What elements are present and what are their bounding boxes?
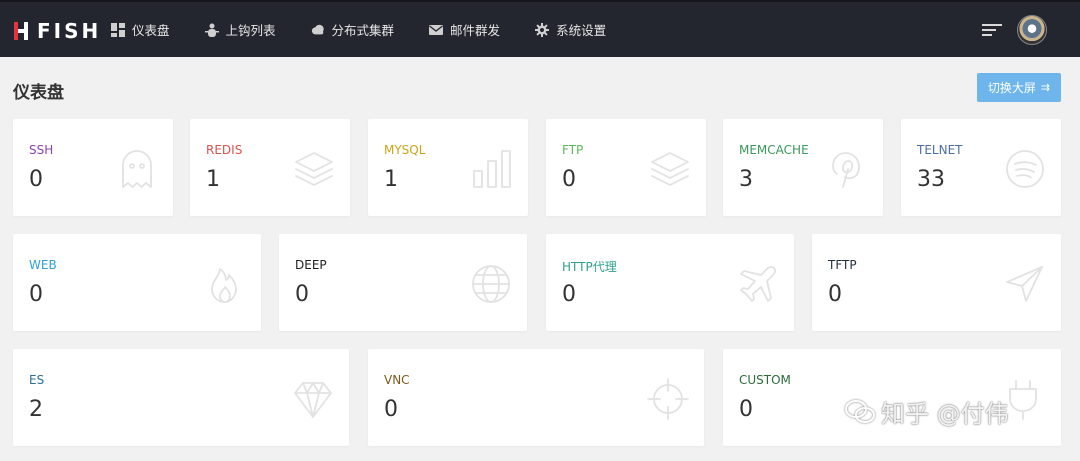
page-title: 仪表盘 [13, 83, 64, 103]
card-label: VNC [384, 373, 410, 387]
card-value: 0 [295, 282, 309, 307]
card-value: 33 [917, 167, 945, 192]
card-value: 0 [562, 282, 576, 307]
ghost-icon [115, 147, 159, 191]
card-label: TELNET [917, 143, 963, 157]
layers-icon [648, 147, 692, 191]
exit-icon: ⇉ [1040, 81, 1051, 94]
nav-label: 仪表盘 [132, 23, 170, 38]
card-value: 1 [206, 167, 220, 192]
card-label: MYSQL [384, 143, 426, 157]
cloud-icon [310, 22, 326, 38]
card-value: 0 [739, 397, 753, 422]
stat-card-memcache[interactable]: MEMCACHE 3 [723, 119, 883, 216]
switch-button-label: 切换大屏 [987, 81, 1036, 95]
card-label: HTTP代理 [562, 260, 617, 274]
stat-card-telnet[interactable]: TELNET 33 [901, 119, 1061, 216]
nav-item-mail[interactable]: 邮件群发 [418, 2, 510, 57]
stat-card-ftp[interactable]: FTP 0 [546, 119, 706, 216]
logo-text: FISH [37, 19, 102, 43]
watermark: 知乎 @付伟 [845, 394, 1009, 429]
globe-icon [469, 262, 513, 306]
stat-card-ssh[interactable]: SSH 0 [13, 119, 173, 216]
logo-mark [14, 22, 36, 40]
stat-card-web[interactable]: WEB 0 [13, 234, 261, 331]
nav-label: 邮件群发 [450, 23, 501, 38]
stat-card-es[interactable]: ES 2 [13, 349, 349, 446]
top-navbar: FISH 仪表盘 上钩列表 分布式集群 邮件群发 系统设置 [0, 0, 1080, 57]
card-label: SSH [29, 143, 54, 157]
stat-card-vnc[interactable]: VNC 0 [368, 349, 704, 446]
stat-card-redis[interactable]: REDIS 1 [190, 119, 350, 216]
spotify-icon [1003, 147, 1047, 191]
dashboard-icon [110, 22, 126, 38]
nav-label: 系统设置 [556, 23, 607, 38]
nav-item-settings[interactable]: 系统设置 [524, 2, 616, 57]
card-label: MEMCACHE [739, 143, 809, 157]
card-value: 0 [562, 167, 576, 192]
nav-label: 上钩列表 [225, 23, 276, 38]
plane-icon [736, 262, 780, 306]
nav-item-hooked-list[interactable]: 上钩列表 [194, 2, 286, 57]
card-value: 0 [29, 167, 43, 192]
switch-fullscreen-button[interactable]: 切换大屏 ⇉ [977, 73, 1061, 102]
card-label: ES [29, 373, 45, 387]
user-avatar[interactable] [1017, 15, 1047, 45]
layers-icon [292, 147, 336, 191]
diamond-icon [291, 377, 335, 421]
card-value: 0 [29, 282, 43, 307]
stat-card-tftp[interactable]: TFTP 0 [812, 234, 1061, 331]
mail-icon [428, 22, 444, 38]
pinterest-icon [825, 147, 869, 191]
bar-chart-icon [470, 147, 514, 191]
card-label: FTP [562, 143, 584, 157]
card-label: CUSTOM [739, 373, 791, 387]
card-label: WEB [29, 258, 57, 272]
bug-icon [204, 22, 220, 38]
hfish-logo[interactable]: FISH [14, 19, 101, 43]
card-label: REDIS [206, 143, 243, 157]
nav-item-cluster[interactable]: 分布式集群 [300, 2, 405, 57]
card-value: 1 [384, 167, 398, 192]
nav-label: 分布式集群 [331, 23, 395, 38]
stat-card-deep[interactable]: DEEP 0 [279, 234, 527, 331]
nav-item-dashboard[interactable]: 仪表盘 [100, 2, 180, 57]
zhihu-chat-icon [845, 399, 875, 425]
stat-card-http-proxy[interactable]: HTTP代理 0 [546, 234, 794, 331]
fire-icon [203, 262, 247, 306]
card-value: 3 [739, 167, 753, 192]
main-nav: 仪表盘 上钩列表 分布式集群 邮件群发 系统设置 [100, 2, 630, 57]
card-label: DEEP [295, 258, 327, 272]
gear-icon [534, 22, 550, 38]
card-value: 0 [384, 397, 398, 422]
menu-toggle-icon[interactable] [982, 21, 1002, 41]
send-icon [1002, 262, 1046, 306]
card-label: TFTP [828, 258, 857, 272]
card-value: 0 [828, 282, 842, 307]
card-value: 2 [29, 397, 43, 422]
watermark-text: 知乎 @付伟 [881, 400, 1009, 428]
stat-card-mysql[interactable]: MYSQL 1 [368, 119, 528, 216]
crosshair-icon [646, 377, 690, 421]
